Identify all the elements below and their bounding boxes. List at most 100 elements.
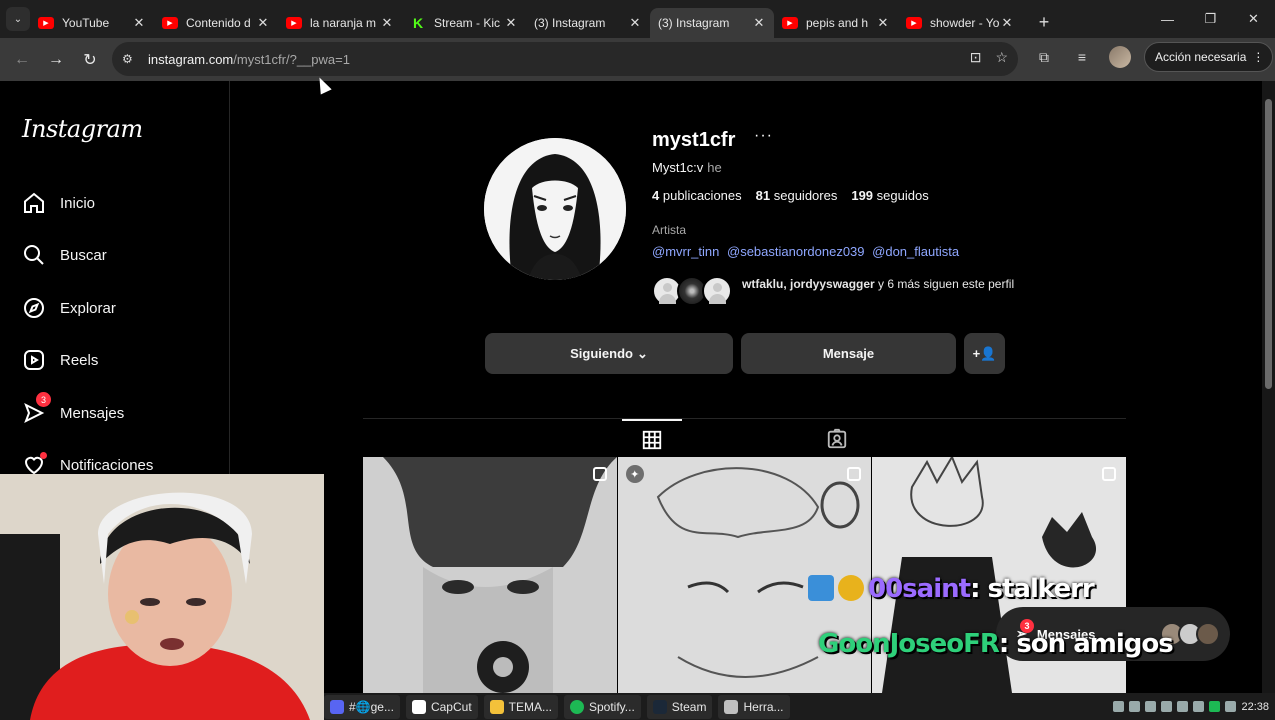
chat-username: 00saint xyxy=(868,574,971,604)
browser-tab[interactable]: ▶ pepis and h ✕ xyxy=(774,8,898,38)
close-tab-icon[interactable]: ✕ xyxy=(132,15,146,31)
youtube-icon: ▶ xyxy=(286,17,302,29)
profile-avatar-image[interactable] xyxy=(484,138,626,280)
spotify-icon xyxy=(570,699,584,714)
instagram-logo[interactable]: Instagram xyxy=(22,115,143,143)
tab-title: la naranja m xyxy=(310,16,377,30)
youtube-icon: ▶ xyxy=(38,17,54,29)
taskbar-item-discord[interactable]: #🌐ge... xyxy=(324,694,400,719)
taskbar-item-capcut[interactable]: CapCut xyxy=(405,694,478,719)
nav-label: Inicio xyxy=(60,194,96,212)
browser-tab[interactable]: (3) Instagram ✕ xyxy=(650,8,774,103)
site-info-icon[interactable]: ⚙ xyxy=(122,52,140,66)
url-path: /myst1cfr/?__pwa=1 xyxy=(233,51,350,67)
add-user-icon: +👤 xyxy=(972,345,997,361)
media-control-icon[interactable]: ≡ xyxy=(1068,42,1096,72)
followed-by-text: wtfaklu, jordyyswagger y 6 más siguen es… xyxy=(742,277,1015,291)
nav-label: Explorar xyxy=(60,299,116,317)
tray-icon xyxy=(1193,701,1205,712)
add-user-button[interactable]: +👤 xyxy=(964,333,1005,374)
profile-stats: 4 publicaciones 81 seguidores 199 seguid… xyxy=(652,188,929,203)
profile-avatar[interactable] xyxy=(1106,42,1134,72)
close-tab-icon[interactable]: ✕ xyxy=(380,15,394,31)
forward-button[interactable]: → xyxy=(40,44,72,76)
browser-tab[interactable]: ▶ la naranja m ✕ xyxy=(278,8,402,38)
profile-category: Artista xyxy=(652,223,687,237)
tray-icon xyxy=(1161,701,1173,712)
browser-toolbar: ← → ↻ ⚙ instagram.com/myst1cfr/?__pwa=1 … xyxy=(0,38,1275,81)
nav-item-inicio[interactable]: Inicio xyxy=(22,188,95,218)
streamer-webcam-image xyxy=(0,474,324,720)
mention-link[interactable]: @mvrr_tinn xyxy=(652,244,719,259)
mention-link[interactable]: @sebastianordonez039 xyxy=(727,244,865,259)
nav-item-mensajes[interactable]: 3 Mensajes xyxy=(22,392,124,428)
close-tab-icon[interactable]: ✕ xyxy=(876,15,890,31)
close-tab-icon[interactable]: ✕ xyxy=(628,15,642,31)
back-button[interactable]: ← xyxy=(6,44,38,76)
tab-tagged[interactable] xyxy=(807,419,867,459)
nav-item-buscar[interactable]: Buscar xyxy=(22,240,107,270)
following-button[interactable]: Siguiendo ⌄ xyxy=(485,333,733,374)
screen: ⌄ ▶ YouTube ✕ ▶ Contenido d ✕ ▶ la naranja m ✕ K S… xyxy=(0,0,1275,720)
tab-search-button[interactable]: ⌄ xyxy=(6,7,30,31)
folder-icon xyxy=(489,699,504,714)
close-tab-icon[interactable]: ✕ xyxy=(504,15,518,31)
stream-chat-line: 00saint: stalkerr xyxy=(808,574,1095,604)
close-tab-icon[interactable]: ✕ xyxy=(1000,15,1014,31)
browser-tab[interactable]: (3) Instagram ✕ xyxy=(526,8,650,103)
followers-count[interactable]: 81 seguidores xyxy=(756,188,838,203)
nav-item-explorar[interactable]: Explorar xyxy=(22,293,116,323)
close-window-icon[interactable]: ✕ xyxy=(1232,0,1275,38)
nav-label: Buscar xyxy=(60,246,107,264)
following-count[interactable]: 199 seguidos xyxy=(851,188,928,203)
multi-post-icon xyxy=(1102,467,1117,481)
profile-main: myst1cfr ··· Myst1c:v he 4 publicaciones … xyxy=(230,81,1262,693)
install-app-icon[interactable]: ⊡ xyxy=(970,49,982,66)
taskbar-item-tools[interactable]: Herra... xyxy=(718,694,790,719)
message-button[interactable]: Mensaje xyxy=(741,333,956,374)
scrollbar-thumb[interactable] xyxy=(1265,99,1272,389)
avatar xyxy=(1196,622,1220,646)
nav-item-reels[interactable]: Reels xyxy=(22,345,98,375)
tray-icon xyxy=(1113,701,1125,712)
chat-badge-icon xyxy=(808,575,834,601)
chat-badge-icon xyxy=(838,575,864,601)
followed-by[interactable]: wtfaklu, jordyyswagger y 6 más siguen es… xyxy=(652,276,1022,308)
chevron-down-icon: ⌄ xyxy=(636,345,648,361)
close-tab-icon[interactable]: ✕ xyxy=(256,15,270,31)
more-options-icon[interactable]: ··· xyxy=(754,127,773,145)
tab-posts-grid[interactable] xyxy=(622,419,682,459)
tray-icon xyxy=(1145,701,1157,712)
messages-badge: 3 xyxy=(36,392,51,407)
extensions-icon[interactable]: ⧉ xyxy=(1030,42,1058,72)
taskbar-item-spotify[interactable]: Spotify... xyxy=(564,694,641,719)
browser-tab[interactable]: ▶ YouTube ✕ xyxy=(30,8,154,38)
full-name-text: Myst1c:v xyxy=(652,160,704,175)
tab-title: pepis and h xyxy=(806,16,869,30)
browser-tab[interactable]: ▶ showder - Yo ✕ xyxy=(898,8,1022,38)
tab-title: Stream - Kic xyxy=(434,16,501,30)
address-bar[interactable]: ⚙ instagram.com/myst1cfr/?__pwa=1 ⊡ ☆ xyxy=(112,42,1018,76)
discord-icon xyxy=(330,699,344,714)
post-thumbnail[interactable] xyxy=(363,457,617,693)
mention-link[interactable]: @don_flautista xyxy=(872,244,959,259)
new-tab-button[interactable]: + xyxy=(1030,8,1058,36)
home-icon xyxy=(24,192,44,213)
close-tab-icon[interactable]: ✕ xyxy=(752,15,766,31)
browser-tab[interactable]: K Stream - Kic ✕ xyxy=(402,8,526,38)
taskbar-item-folder[interactable]: TEMA... xyxy=(483,694,558,719)
browser-tab[interactable]: ▶ Contenido d ✕ xyxy=(154,8,278,38)
multi-post-icon xyxy=(592,467,607,481)
tab-title: (3) Instagram xyxy=(658,16,730,30)
page-scrollbar[interactable] xyxy=(1262,81,1275,693)
action-required-button[interactable]: Acción necesaria ⋮ xyxy=(1144,42,1274,72)
taskbar-item-steam[interactable]: Steam xyxy=(646,694,713,719)
bookmark-star-icon[interactable]: ☆ xyxy=(995,49,1008,66)
nav-label: Reels xyxy=(60,351,99,369)
chat-message: : stalkerr xyxy=(970,574,1095,604)
action-required-label: Acción necesaria xyxy=(1155,50,1247,64)
restore-icon[interactable]: ❐ xyxy=(1189,0,1232,38)
minimize-icon[interactable]: — xyxy=(1146,0,1189,38)
pencil-drawing-image xyxy=(363,457,617,693)
reload-button[interactable]: ↻ xyxy=(74,44,106,76)
